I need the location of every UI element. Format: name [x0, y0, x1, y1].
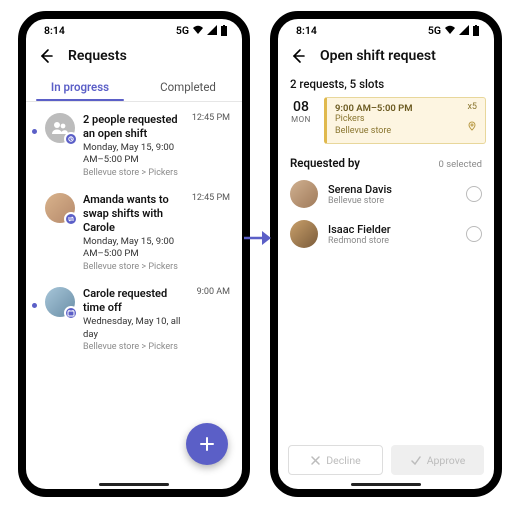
request-item[interactable]: Amanda wants to swap shifts with Carole … — [26, 186, 242, 280]
clock: 8:14 — [44, 24, 65, 37]
status-icons: 5G — [428, 24, 480, 37]
avatar — [45, 193, 75, 223]
shift-row: 08 MON 9:00 AM–5:00 PM Pickers Bellevue … — [278, 97, 494, 144]
request-item[interactable]: 2 people requested an open shift Monday,… — [26, 106, 242, 186]
battery-icon — [472, 25, 480, 36]
request-title: Amanda wants to swap shifts with Carole — [83, 193, 180, 234]
signal-icon — [207, 25, 217, 35]
date-num: 08 — [286, 99, 316, 115]
person-location: Bellevue store — [328, 196, 456, 206]
date-day: MON — [286, 115, 316, 124]
timeoff-badge-icon — [64, 306, 78, 320]
person-location: Redmond store — [328, 236, 456, 246]
select-radio[interactable] — [466, 226, 482, 242]
tabs: In progress Completed — [26, 73, 242, 101]
request-time: 9:00 AM — [197, 287, 230, 297]
check-icon — [410, 455, 422, 466]
wifi-icon — [444, 25, 456, 35]
battery-icon — [220, 25, 228, 36]
status-bar: 8:14 5G — [26, 19, 242, 41]
home-indicator — [99, 483, 169, 486]
shift-card[interactable]: 9:00 AM–5:00 PM Pickers Bellevue store x… — [324, 97, 486, 144]
page-title: Open shift request — [320, 48, 436, 64]
fab-new-request[interactable] — [186, 423, 228, 465]
person-name: Isaac Fielder — [328, 223, 456, 236]
request-item[interactable]: Carole requested time off Wednesday, May… — [26, 280, 242, 360]
shift-store: Bellevue store — [335, 126, 477, 138]
person-name: Serena Davis — [328, 183, 456, 196]
header: Requests — [26, 41, 242, 73]
request-time: 12:45 PM — [192, 193, 230, 203]
unread-dot — [32, 303, 37, 308]
group-avatar — [45, 113, 75, 143]
back-button[interactable] — [38, 47, 56, 65]
decline-button[interactable]: Decline — [288, 445, 383, 475]
request-crumb: Bellevue store > Pickers — [83, 167, 180, 179]
plus-icon — [198, 435, 216, 453]
phone-requests-list: 8:14 5G Requests In progress Completed — [18, 11, 250, 497]
requested-by-header: Requested by 0 selected — [278, 144, 494, 174]
request-time: 12:45 PM — [192, 113, 230, 123]
x-icon — [310, 455, 321, 466]
request-crumb: Bellevue store > Pickers — [83, 261, 180, 273]
phone-open-shift-detail: 8:14 5G Open shift request 2 requests, 5… — [270, 11, 502, 497]
location-pin-icon — [467, 116, 477, 135]
tab-completed[interactable]: Completed — [134, 73, 242, 101]
person-row[interactable]: Serena Davis Bellevue store — [278, 174, 494, 214]
header: Open shift request — [278, 41, 494, 73]
network-label: 5G — [176, 24, 189, 37]
network-label: 5G — [428, 24, 441, 37]
wifi-icon — [192, 25, 204, 35]
flow-arrow-icon — [242, 228, 274, 248]
page-title: Requests — [68, 48, 127, 64]
tab-in-progress[interactable]: In progress — [26, 73, 134, 101]
request-title: 2 people requested an open shift — [83, 113, 180, 141]
clock: 8:14 — [296, 24, 317, 37]
action-bar: Decline Approve — [288, 445, 484, 475]
signal-icon — [459, 25, 469, 35]
swap-badge-icon — [64, 212, 78, 226]
request-when: Wednesday, May 10, all day — [83, 316, 185, 342]
slot-count: x5 — [467, 102, 477, 112]
summary-line: 2 requests, 5 slots — [278, 73, 494, 97]
request-crumb: Bellevue store > Pickers — [83, 341, 185, 353]
shift-role: Pickers — [335, 114, 477, 126]
approve-button[interactable]: Approve — [391, 445, 484, 475]
request-when: Monday, May 15, 9:00 AM–5:00 PM — [83, 142, 180, 168]
person-row[interactable]: Isaac Fielder Redmond store — [278, 214, 494, 254]
section-title: Requested by — [290, 156, 360, 170]
openshift-badge-icon — [64, 132, 78, 146]
request-when: Monday, May 15, 9:00 AM–5:00 PM — [83, 236, 180, 262]
tab-label: Completed — [160, 80, 216, 94]
home-indicator — [351, 483, 421, 486]
back-button[interactable] — [290, 47, 308, 65]
status-icons: 5G — [176, 24, 228, 37]
unread-dot — [32, 129, 37, 134]
avatar — [290, 180, 318, 208]
button-label: Decline — [326, 454, 360, 467]
avatar — [45, 287, 75, 317]
button-label: Approve — [427, 454, 466, 467]
selected-count: 0 selected — [439, 159, 482, 170]
date-column: 08 MON — [286, 97, 316, 144]
tab-label: In progress — [51, 80, 109, 94]
shift-time: 9:00 AM–5:00 PM — [335, 103, 477, 114]
select-radio[interactable] — [466, 186, 482, 202]
status-bar: 8:14 5G — [278, 19, 494, 41]
avatar — [290, 220, 318, 248]
request-title: Carole requested time off — [83, 287, 185, 315]
